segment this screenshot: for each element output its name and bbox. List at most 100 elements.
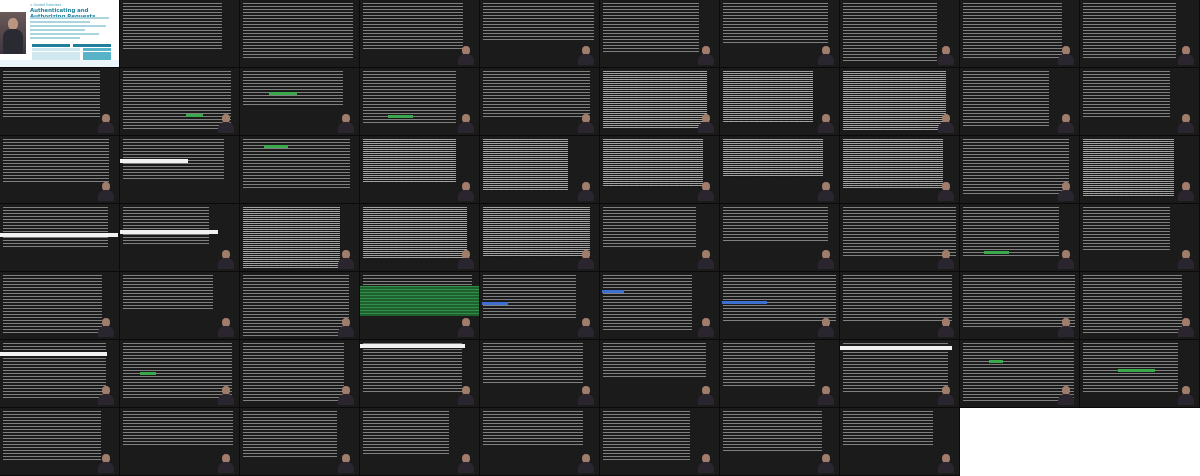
- presenter-thumbnail: [937, 249, 955, 269]
- video-frame-grid: > Guided Exercises Authenticating and Au…: [0, 0, 1200, 476]
- terminal-frame: [1080, 136, 1200, 204]
- presenter-thumbnail: [457, 453, 475, 473]
- presenter-thumbnail: [817, 317, 835, 337]
- terminal-frame: [840, 204, 960, 272]
- presenter-thumbnail: [457, 317, 475, 337]
- terminal-text: [723, 411, 822, 453]
- terminal-text: [363, 139, 456, 182]
- terminal-frame: [840, 68, 960, 136]
- terminal-frame: [840, 272, 960, 340]
- terminal-frame: [600, 136, 720, 204]
- terminal-text: [123, 71, 231, 131]
- presenter-thumbnail: [817, 249, 835, 269]
- terminal-frame: [480, 204, 600, 272]
- presenter-thumbnail: [577, 385, 595, 405]
- terminal-text: [483, 343, 583, 384]
- terminal-text: [603, 207, 696, 248]
- selection-highlight: [840, 346, 952, 350]
- terminal-frame: [600, 272, 720, 340]
- selection-highlight: [0, 352, 107, 356]
- terminal-frame: [840, 340, 960, 408]
- presenter-thumbnail: [1057, 317, 1075, 337]
- terminal-text: [963, 3, 1062, 58]
- terminal-text: [603, 71, 707, 128]
- presenter-thumbnail: [217, 453, 235, 473]
- terminal-text: [3, 71, 100, 119]
- terminal-text: [483, 275, 576, 318]
- presenter-thumbnail: [1177, 317, 1195, 337]
- editor-cursor-line: [722, 301, 767, 304]
- terminal-text: [243, 139, 350, 188]
- terminal-frame: [0, 340, 120, 408]
- presenter-thumbnail: [577, 113, 595, 133]
- terminal-text: [723, 275, 836, 321]
- terminal-frame: [960, 340, 1080, 408]
- presenter-thumbnail: [577, 45, 595, 65]
- terminal-frame: [0, 204, 120, 272]
- terminal-frame: [360, 0, 480, 68]
- terminal-text: [483, 139, 568, 191]
- presenter-thumbnail: [217, 317, 235, 337]
- terminal-text: [243, 275, 349, 336]
- presenter-thumbnail: [217, 249, 235, 269]
- terminal-frame: [960, 272, 1080, 340]
- terminal-frame: [720, 0, 840, 68]
- terminal-frame: [360, 136, 480, 204]
- terminal-frame: [120, 408, 240, 476]
- terminal-highlight: [186, 114, 203, 117]
- terminal-text: [603, 411, 690, 461]
- presenter-thumbnail: [457, 249, 475, 269]
- terminal-highlight: [984, 251, 1009, 254]
- terminal-frame: [720, 340, 840, 408]
- presenter-thumbnail: [97, 181, 115, 201]
- terminal-text: [243, 411, 337, 459]
- editor-cursor-line: [482, 302, 508, 305]
- terminal-text: [723, 3, 828, 43]
- presenter-thumbnail: [937, 45, 955, 65]
- presenter-thumbnail: [937, 453, 955, 473]
- terminal-text: [843, 3, 937, 62]
- terminal-frame: [600, 340, 720, 408]
- terminal-text: [843, 343, 948, 394]
- presenter-thumbnail: [1057, 385, 1075, 405]
- presenter-thumbnail: [337, 317, 355, 337]
- terminal-frame: [480, 68, 600, 136]
- presenter-thumbnail: [697, 453, 715, 473]
- presenter-thumbnail: [937, 385, 955, 405]
- presenter-thumbnail: [1177, 45, 1195, 65]
- terminal-frame: [360, 340, 480, 408]
- presenter-thumbnail: [697, 317, 715, 337]
- presenter-thumbnail: [577, 181, 595, 201]
- terminal-frame: [960, 204, 1080, 272]
- presenter-thumbnail: [577, 453, 595, 473]
- presenter-thumbnail: [97, 453, 115, 473]
- terminal-frame: [600, 204, 720, 272]
- presenter-thumbnail: [697, 249, 715, 269]
- empty-cell: [1080, 408, 1200, 476]
- terminal-frame: [480, 0, 600, 68]
- terminal-frame: [120, 340, 240, 408]
- terminal-frame: [600, 68, 720, 136]
- presenter-thumbnail: [457, 113, 475, 133]
- terminal-frame: [240, 340, 360, 408]
- terminal-text: [603, 139, 703, 187]
- terminal-frame: [960, 68, 1080, 136]
- terminal-text: [3, 207, 108, 247]
- selection-highlight: [120, 230, 218, 234]
- terminal-text: [603, 3, 699, 53]
- terminal-frame: [120, 204, 240, 272]
- terminal-frame: [360, 272, 480, 340]
- terminal-highlight: [388, 115, 413, 118]
- terminal-text: [123, 411, 233, 447]
- terminal-frame: [0, 408, 120, 476]
- terminal-text: [843, 139, 943, 188]
- presenter-thumbnail: [1057, 249, 1075, 269]
- terminal-text: [243, 343, 344, 401]
- terminal-text: [123, 3, 222, 49]
- terminal-frame: [720, 136, 840, 204]
- presenter-thumbnail: [1177, 113, 1195, 133]
- terminal-frame: [120, 0, 240, 68]
- terminal-text: [603, 275, 692, 332]
- presenter-thumbnail: [1177, 385, 1195, 405]
- selection-highlight: [0, 233, 118, 237]
